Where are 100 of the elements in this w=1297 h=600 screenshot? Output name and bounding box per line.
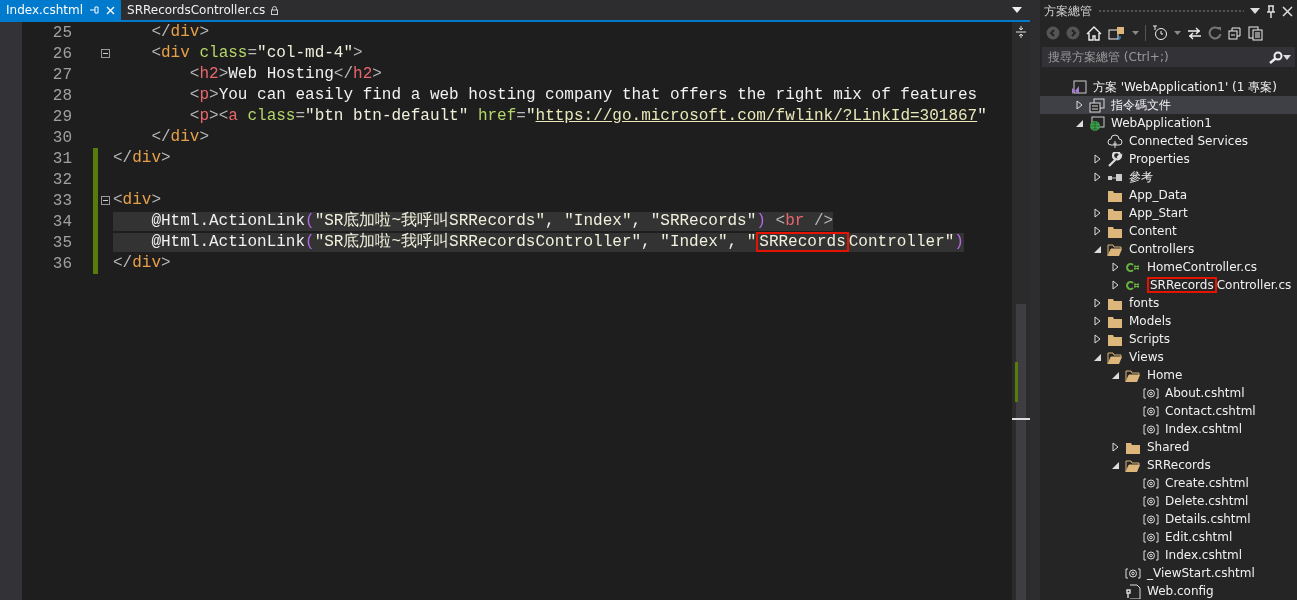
code-line: </div> (113, 254, 171, 273)
tree-row[interactable]: Delete.cshtml (1040, 492, 1297, 510)
expanded-icon[interactable] (1093, 245, 1101, 253)
collapsed-icon[interactable] (1093, 154, 1101, 164)
razor-file-icon (1143, 547, 1159, 563)
tree-row[interactable]: Web.config (1040, 582, 1297, 600)
tree-row[interactable]: App_Start (1040, 204, 1297, 222)
collapsed-icon[interactable] (1093, 334, 1101, 344)
tree-row[interactable]: SRRecords (1040, 456, 1297, 474)
swap-icon[interactable] (1187, 26, 1202, 40)
tree-row[interactable]: Contact.cshtml (1040, 402, 1297, 420)
tree-row[interactable]: Models (1040, 312, 1297, 330)
collapsed-icon[interactable] (1111, 262, 1119, 272)
code-line: </div> (113, 149, 171, 168)
razor-file-icon (1143, 529, 1159, 545)
tree-row[interactable]: fonts (1040, 294, 1297, 312)
line-number: 32 (51, 169, 72, 191)
line-number: 29 (51, 106, 72, 128)
tree-item-label: Delete.cshtml (1165, 493, 1249, 510)
tree-row[interactable]: Index.cshtml (1040, 420, 1297, 438)
show-all-files-icon[interactable] (1248, 25, 1263, 41)
search-icon[interactable] (1269, 50, 1283, 64)
tree-row[interactable]: HomeController.cs (1040, 258, 1297, 276)
tree-row[interactable]: Scripts (1040, 330, 1297, 348)
collapse-icon[interactable] (101, 196, 110, 205)
tree-item-label: Models (1129, 313, 1172, 330)
tree-item-label: SRRecords Controller.cs (1147, 276, 1292, 294)
sync-icon[interactable] (1108, 25, 1126, 41)
collapse-icon[interactable] (101, 49, 110, 58)
collapsed-icon[interactable] (1093, 208, 1101, 218)
dropdown-icon[interactable] (1283, 54, 1291, 60)
collapsed-icon[interactable] (1093, 172, 1101, 182)
expanded-icon[interactable] (1075, 119, 1083, 127)
scrollbar[interactable] (1012, 22, 1030, 600)
tree-row[interactable]: 參考 (1040, 168, 1297, 186)
expanded-icon[interactable] (1111, 461, 1119, 469)
tree-item-label: Controllers (1129, 241, 1195, 258)
tree-item-label: 參考 (1129, 169, 1153, 186)
scrollbar-thumb[interactable] (1016, 304, 1026, 600)
tree-row[interactable]: Details.cshtml (1040, 510, 1297, 528)
tree-row[interactable]: _ViewStart.cshtml (1040, 564, 1297, 582)
caret-marker (1012, 418, 1030, 420)
tree-item-label: Shared (1147, 439, 1190, 456)
cloud-icon (1107, 133, 1123, 149)
tree-row[interactable]: Index.cshtml (1040, 546, 1297, 564)
tree-row[interactable]: Content (1040, 222, 1297, 240)
tree-row[interactable]: Controllers (1040, 240, 1297, 258)
home-icon[interactable] (1086, 25, 1102, 41)
tree-item-label: _ViewStart.cshtml (1147, 565, 1255, 582)
tree-row[interactable]: Connected Services (1040, 132, 1297, 150)
panel-title: 方案總管 (1044, 3, 1092, 20)
tree-item-label: Properties (1129, 151, 1190, 168)
razor-file-icon (1143, 385, 1159, 401)
expanded-icon[interactable] (1111, 371, 1119, 379)
tree-row[interactable]: About.cshtml (1040, 384, 1297, 402)
collapsed-icon[interactable] (1093, 226, 1101, 236)
split-icon[interactable] (1015, 26, 1027, 38)
tree-item-label: SRRecords (1147, 457, 1211, 474)
tree-row[interactable]: Edit.cshtml (1040, 528, 1297, 546)
tree-item-label: 方案 'WebApplication1' (1 專案) (1093, 79, 1277, 96)
close-icon[interactable] (1282, 5, 1293, 17)
open-folder-icon (1107, 241, 1123, 257)
collapsed-icon[interactable] (1093, 316, 1101, 326)
line-number: 25 (51, 22, 72, 44)
tree-item-label: Index.cshtml (1165, 547, 1243, 564)
tree-row[interactable]: 指令碼文件 (1040, 96, 1297, 114)
tree-item-label: Home (1147, 367, 1183, 384)
tree-row[interactable]: 方案 'WebApplication1' (1 專案) (1040, 78, 1297, 96)
refresh-icon[interactable] (1208, 26, 1222, 40)
collapsed-icon[interactable] (1111, 280, 1119, 290)
open-folder-icon (1125, 367, 1141, 383)
collapsed-icon[interactable] (1075, 100, 1083, 110)
pin-icon[interactable] (1266, 4, 1276, 18)
tree-item-label: 指令碼文件 (1111, 97, 1171, 114)
tree-row[interactable]: Create.cshtml (1040, 474, 1297, 492)
tree-row[interactable]: App_Data (1040, 186, 1297, 204)
open-folder-icon (1125, 457, 1141, 473)
tree-item-label: HomeController.cs (1147, 259, 1258, 276)
collapse-all-icon[interactable] (1228, 26, 1242, 40)
tree-row[interactable]: Views (1040, 348, 1297, 366)
tree-row[interactable]: Home (1040, 366, 1297, 384)
code-line: <div> (113, 191, 162, 210)
tree-row[interactable]: Shared (1040, 438, 1297, 456)
tree-row[interactable]: SRRecords Controller.cs (1040, 276, 1297, 294)
dropdown-icon[interactable] (1250, 8, 1260, 14)
tree-row[interactable]: Properties (1040, 150, 1297, 168)
expanded-icon[interactable] (1093, 353, 1101, 361)
collapsed-icon[interactable] (1111, 442, 1119, 452)
tree-item-label: Web.config (1147, 583, 1214, 600)
document-tab[interactable]: SRRecordsController.cs (121, 0, 285, 20)
dropdown-icon[interactable] (1012, 7, 1022, 13)
collapsed-icon[interactable] (1093, 298, 1101, 308)
line-number: 36 (51, 253, 72, 275)
tree-item-label: App_Data (1129, 187, 1188, 204)
line-number: 27 (51, 64, 72, 86)
tree-row[interactable]: WebApplication1 (1040, 114, 1297, 132)
code-line: <h2>Web Hosting</h2> (188, 65, 382, 84)
tree-item-label: Content (1129, 223, 1177, 240)
line-number: 30 (51, 127, 72, 149)
history-icon[interactable] (1152, 25, 1168, 41)
